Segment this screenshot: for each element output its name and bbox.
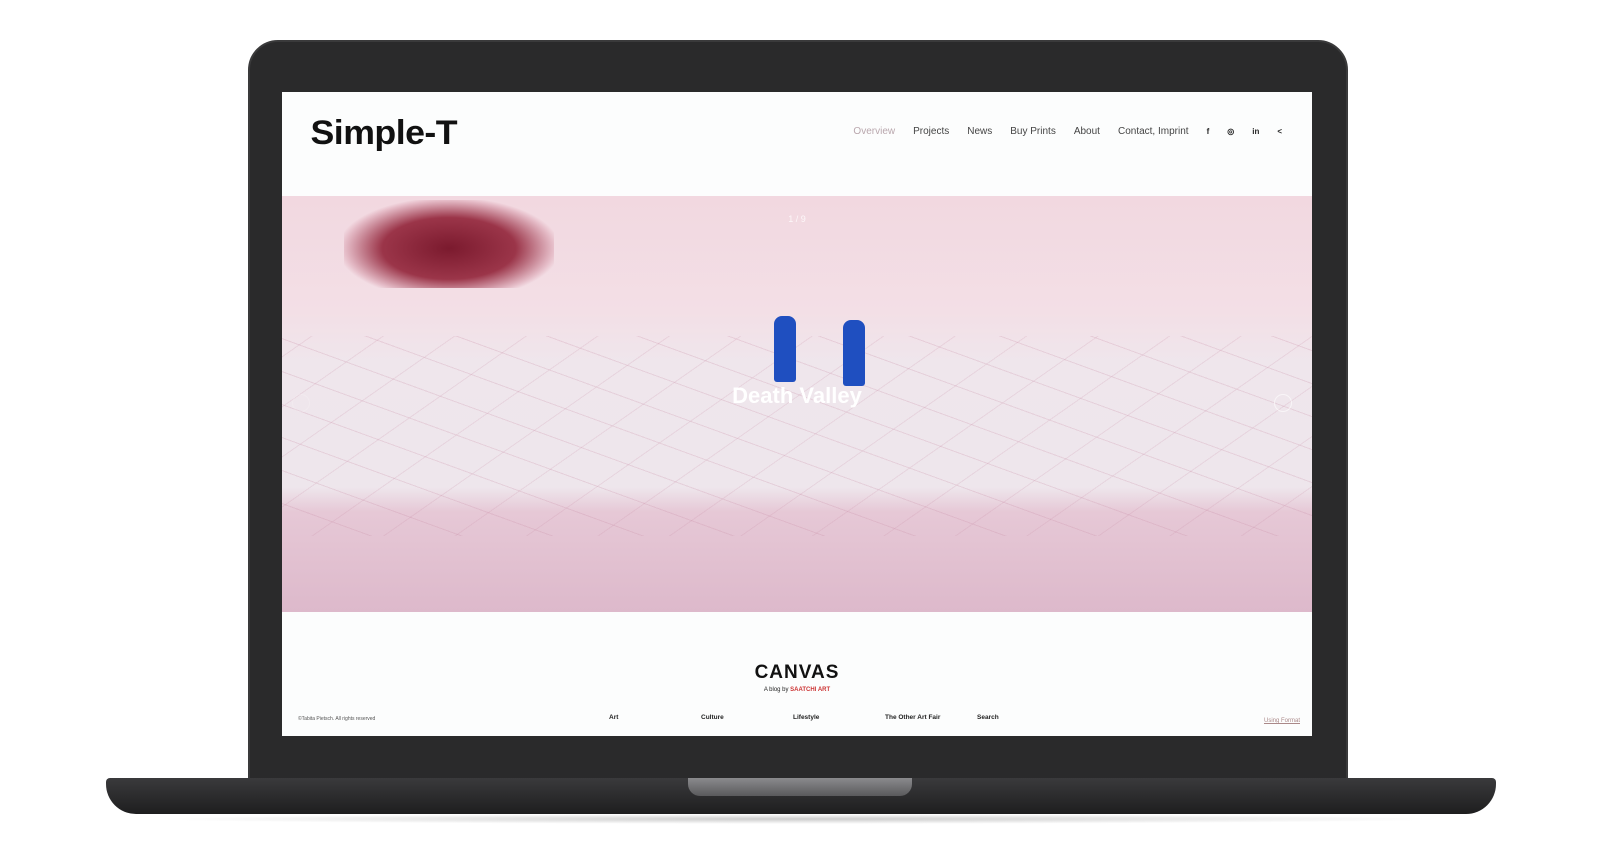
instagram-icon[interactable]: ◎: [1227, 127, 1234, 136]
share-icon[interactable]: <: [1277, 127, 1282, 136]
copyright: ©Tabita Pietsch. All rights reserved: [298, 716, 376, 722]
person-figure: [843, 320, 865, 386]
footer-search[interactable]: Search: [977, 714, 1069, 721]
site-logo[interactable]: Simple-T: [311, 114, 458, 153]
nav-projects[interactable]: Projects: [913, 126, 949, 137]
cracked-ground: [282, 336, 1312, 536]
device-shadow: [150, 814, 1450, 824]
nav-news[interactable]: News: [967, 126, 992, 137]
linkedin-icon[interactable]: in: [1252, 127, 1259, 136]
footer-art[interactable]: Art: [609, 714, 701, 721]
footer-nav: Art Culture Lifestyle The Other Art Fair…: [609, 714, 1069, 721]
next-arrow-icon[interactable]: [1274, 394, 1292, 412]
slide-counter: 1 / 9: [788, 214, 806, 224]
canvas-logo[interactable]: CANVAS: [282, 662, 1312, 684]
nav-about[interactable]: About: [1074, 126, 1100, 137]
person-figure: [774, 316, 796, 382]
footer-culture[interactable]: Culture: [701, 714, 793, 721]
laptop-screen: Simple-T Overview Projects News Buy Prin…: [282, 92, 1312, 736]
prev-arrow-icon[interactable]: [292, 394, 310, 412]
facebook-icon[interactable]: f: [1207, 127, 1210, 136]
footer-other-art-fair[interactable]: The Other Art Fair: [885, 714, 977, 721]
nav-overview[interactable]: Overview: [853, 126, 895, 137]
hero-slideshow[interactable]: 1 / 9 Death Valley: [282, 196, 1312, 612]
using-format-link[interactable]: Using Format: [1264, 718, 1300, 724]
tagline-text: A blog by: [763, 687, 789, 693]
canvas-tagline: A blog by SAATCHI ART: [282, 687, 1312, 693]
slide-title[interactable]: Death Valley: [282, 383, 1312, 409]
nav-contact[interactable]: Contact, Imprint: [1118, 126, 1189, 137]
main-nav: Overview Projects News Buy Prints About …: [853, 126, 1282, 137]
saatchi-logo: SAATCHI ART: [790, 687, 831, 693]
laptop-notch: [688, 778, 912, 796]
footer-lifestyle[interactable]: Lifestyle: [793, 714, 885, 721]
nav-buy-prints[interactable]: Buy Prints: [1010, 126, 1056, 137]
